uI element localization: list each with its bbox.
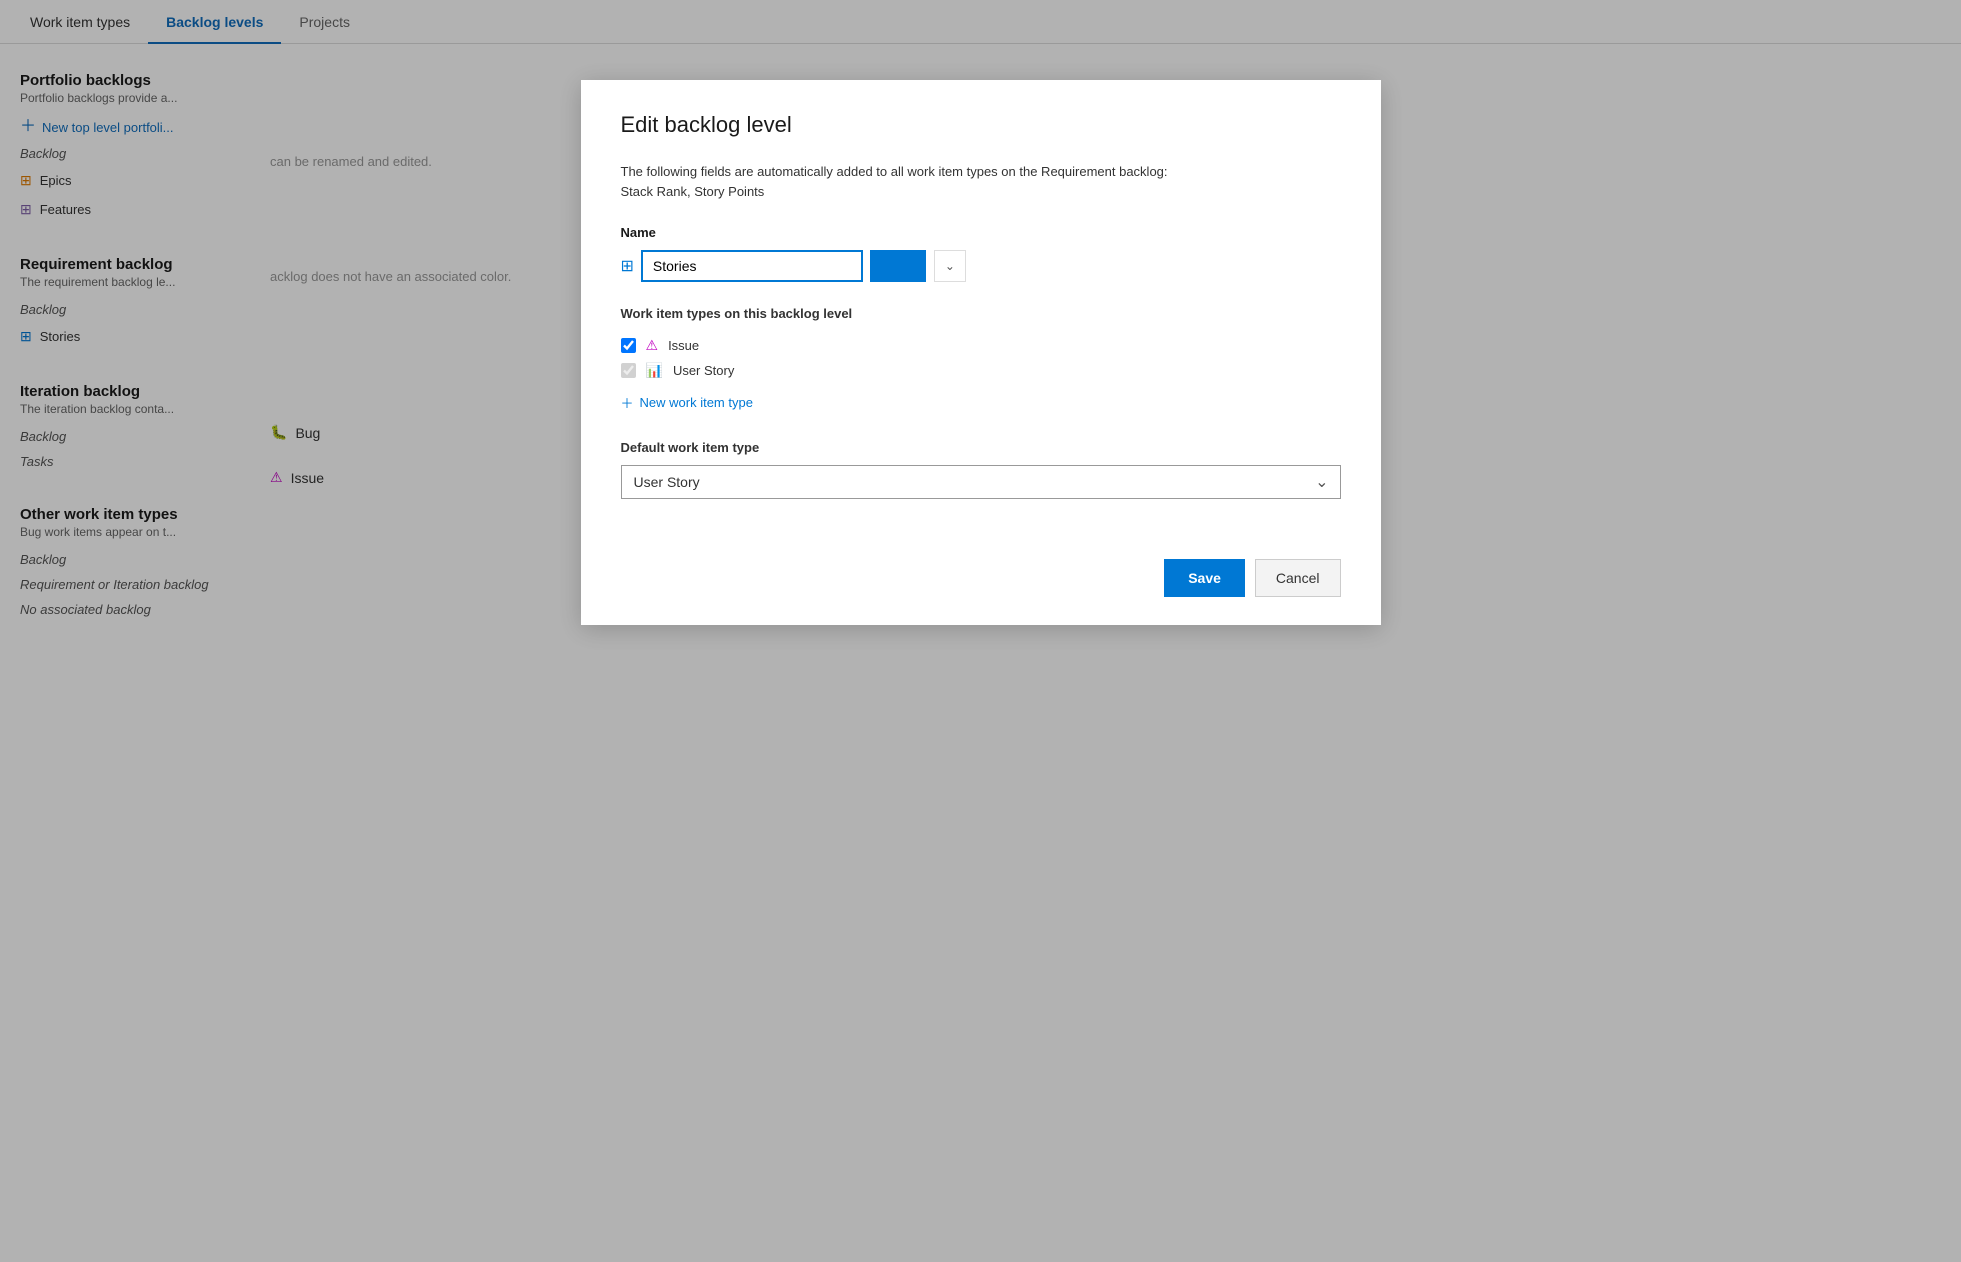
user-story-checkbox-row: 📊 User Story: [621, 358, 1341, 383]
story-wit-icon: 📊: [646, 362, 663, 379]
name-row: ⊞ ⌄: [621, 250, 1341, 282]
add-wit-button[interactable]: ＋ New work item type: [621, 393, 1341, 412]
default-select-wrapper: User Story Issue: [621, 465, 1341, 499]
name-field-label: Name: [621, 225, 1341, 240]
issue-checkbox-row: ⚠ Issue: [621, 333, 1341, 358]
default-select[interactable]: User Story Issue: [621, 465, 1341, 499]
issue-wit-icon: ⚠: [646, 337, 659, 354]
color-button[interactable]: [870, 250, 926, 282]
dialog-info: The following fields are automatically a…: [621, 162, 1341, 201]
dialog-actions: Save Cancel: [621, 539, 1341, 597]
cancel-button[interactable]: Cancel: [1255, 559, 1341, 597]
user-story-checkbox: [621, 363, 636, 378]
user-story-wit-label: User Story: [673, 363, 734, 378]
dialog-title: Edit backlog level: [621, 112, 1341, 138]
issue-checkbox[interactable]: [621, 338, 636, 353]
default-field-label: Default work item type: [621, 440, 1341, 455]
grid-icon: ⊞: [621, 256, 634, 276]
name-input[interactable]: [642, 251, 862, 281]
dialog-info-line2: Stack Rank, Story Points: [621, 184, 765, 199]
save-button[interactable]: Save: [1164, 559, 1245, 597]
dialog-info-line1: The following fields are automatically a…: [621, 164, 1168, 179]
issue-wit-label[interactable]: Issue: [668, 338, 699, 353]
chevron-button[interactable]: ⌄: [934, 250, 966, 282]
add-wit-label: New work item type: [640, 395, 753, 410]
chevron-down-icon: ⌄: [945, 259, 955, 273]
wit-section-label: Work item types on this backlog level: [621, 306, 1341, 321]
add-plus-icon: ＋: [621, 393, 634, 412]
edit-backlog-dialog: Edit backlog level The following fields …: [581, 80, 1381, 625]
modal-overlay: Edit backlog level The following fields …: [0, 0, 1961, 1262]
